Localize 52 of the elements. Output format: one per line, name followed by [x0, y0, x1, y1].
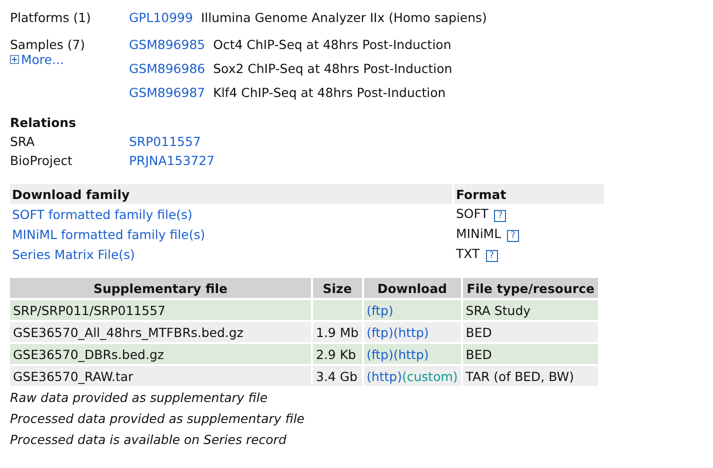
table-cell: BED: [462, 322, 598, 342]
sample-title: Oct4 ChIP-Seq at 48hrs Post-Induction: [213, 37, 452, 52]
table-cell: GSE36570_All_48hrs_MTFBRs.bed.gz: [10, 322, 311, 342]
column-header: Supplementary file: [10, 278, 311, 298]
column-header: Download: [364, 278, 461, 298]
field-label: Samples (7): [10, 37, 86, 52]
field-label: BioProject: [10, 153, 74, 170]
format-label: TXT: [456, 246, 480, 261]
table-cell: SRP/SRP011/SRP011557: [10, 300, 311, 320]
accession-link[interactable]: GSM896987: [129, 85, 206, 100]
more-link[interactable]: More...: [21, 52, 64, 67]
sample-title: Klf4 ChIP-Seq at 48hrs Post-Induction: [213, 85, 446, 100]
note-text: Processed data is available on Series record: [10, 431, 288, 449]
column-header: Size: [313, 278, 362, 298]
download-link[interactable]: (http): [393, 346, 429, 362]
format-label: SOFT: [456, 206, 488, 221]
download-link[interactable]: (custom): [402, 368, 458, 384]
table-cell: SRA Study: [462, 300, 598, 320]
format-label: MINiML: [456, 226, 502, 241]
download-link[interactable]: (ftp): [366, 324, 394, 340]
download-link[interactable]: SOFT formatted family file(s): [12, 206, 192, 222]
help-icon[interactable]: ?: [494, 210, 506, 222]
note-text: Processed data provided as supplementary file: [10, 410, 306, 428]
help-icon[interactable]: ?: [507, 230, 520, 242]
table-cell: 3.4 Gb: [313, 366, 362, 386]
column-header: Format: [454, 184, 604, 204]
section-heading: Relations: [10, 115, 78, 132]
relation-link[interactable]: SRP011557: [129, 134, 201, 153]
help-icon[interactable]: ?: [486, 250, 498, 262]
table-cell: GSE36570_RAW.tar: [10, 366, 311, 386]
table-cell: 1.9 Mb: [313, 322, 362, 342]
table-cell: GSE36570_DBRs.bed.gz: [10, 344, 311, 364]
accession-link[interactable]: GSM896985: [129, 37, 206, 52]
column-header: File type/resource: [462, 278, 598, 298]
sample-title: Sox2 ChIP-Seq at 48hrs Post-Induction: [213, 61, 452, 76]
download-link[interactable]: MINiML formatted family file(s): [12, 226, 206, 242]
field-label: Platforms (1): [10, 10, 92, 25]
table-cell: TAR (of BED, BW): [462, 366, 598, 386]
download-link[interactable]: (http): [393, 324, 429, 340]
download-link[interactable]: (ftp): [366, 346, 394, 362]
column-header: Download family: [10, 184, 452, 204]
download-link[interactable]: Series Matrix File(s): [12, 246, 135, 262]
download-link[interactable]: (http): [366, 368, 402, 384]
table-cell: 2.9 Kb: [313, 344, 362, 364]
expand-icon[interactable]: [10, 55, 19, 64]
note-text: Raw data provided as supplementary file: [10, 389, 269, 407]
accession-link[interactable]: GSM896986: [129, 61, 206, 76]
table-cell: BED: [462, 344, 598, 364]
relation-link[interactable]: PRJNA153727: [129, 153, 215, 172]
field-label: SRA: [10, 134, 36, 151]
platform-title: Illumina Genome Analyzer IIx (Homo sapiens): [200, 10, 487, 25]
accession-link[interactable]: GPL10999: [129, 10, 193, 25]
